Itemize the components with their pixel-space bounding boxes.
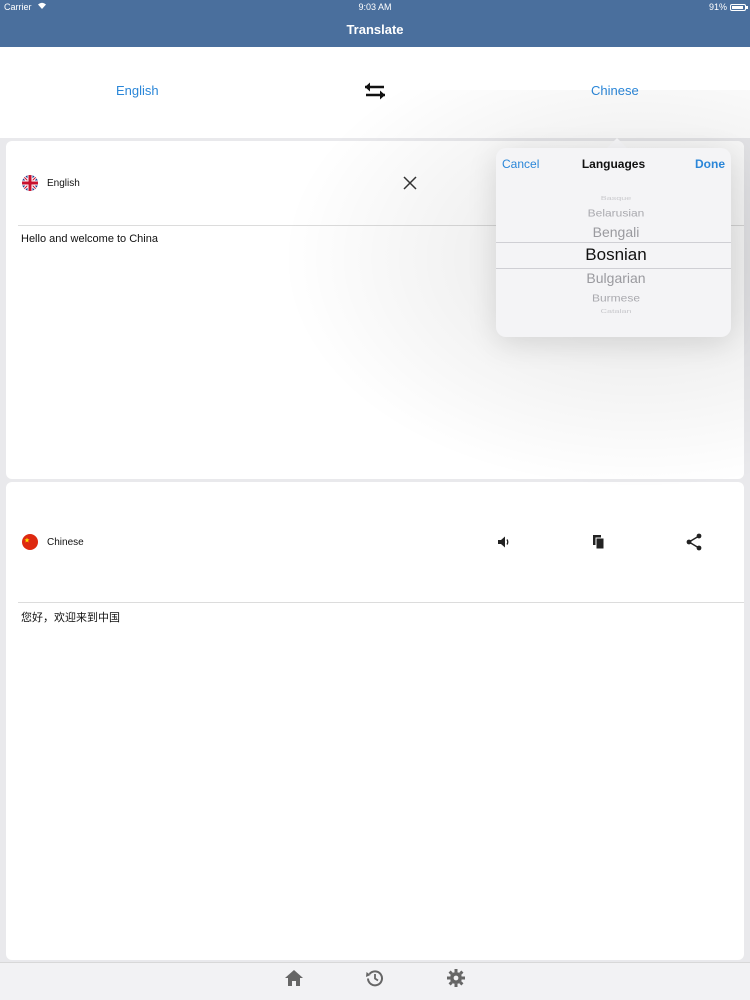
picker-option[interactable]: Catalan <box>496 308 736 314</box>
picker-option[interactable]: Belarusian <box>496 207 736 219</box>
popover-arrow <box>607 138 627 148</box>
picker-option[interactable]: Basque <box>496 195 736 201</box>
language-selector-bar: English Chinese <box>0 47 750 138</box>
picker-option[interactable]: Bulgarian <box>496 270 736 286</box>
languages-popover: Cancel Languages Done Basque Belarusian … <box>496 148 731 337</box>
home-icon[interactable] <box>284 968 304 988</box>
target-divider <box>18 602 744 603</box>
battery-icon <box>730 3 748 11</box>
page-title: Translate <box>346 22 404 37</box>
picker-option[interactable]: Burmese <box>496 292 736 304</box>
swap-arrows-icon[interactable] <box>362 81 388 101</box>
target-language-button[interactable]: Chinese <box>591 83 639 98</box>
settings-icon[interactable] <box>446 968 466 988</box>
battery-indicator: 91% <box>708 2 748 12</box>
china-flag-icon <box>22 534 38 550</box>
target-language-label: Chinese <box>47 537 84 548</box>
source-text-input[interactable]: Hello and welcome to China <box>21 233 158 245</box>
picker-option[interactable]: Bengali <box>496 224 736 240</box>
source-language-button[interactable]: English <box>116 83 159 98</box>
target-panel: Chinese 您好，欢迎来到中国 <box>6 482 744 960</box>
speaker-icon[interactable] <box>496 534 512 555</box>
language-picker[interactable]: Basque Belarusian Bengali Bosnian Bulgar… <box>496 186 731 326</box>
picker-option-selected[interactable]: Bosnian <box>496 245 736 265</box>
close-icon[interactable] <box>402 175 418 196</box>
copy-icon[interactable] <box>592 534 606 555</box>
status-time: 9:03 AM <box>358 2 392 12</box>
uk-flag-icon <box>22 175 38 191</box>
status-bar: Carrier 9:03 AM 91% <box>0 2 750 14</box>
share-icon[interactable] <box>685 533 703 556</box>
done-button[interactable]: Done <box>695 157 725 171</box>
history-icon[interactable] <box>365 968 385 988</box>
picker-selection-line-bottom <box>496 268 731 269</box>
tab-bar <box>0 962 750 1000</box>
navigation-bar: Carrier 9:03 AM 91% Translate <box>0 0 750 47</box>
picker-selection-line-top <box>496 242 731 243</box>
source-language-label: English <box>47 178 80 189</box>
target-text-output: 您好，欢迎来到中国 <box>21 612 120 624</box>
battery-percent: 91% <box>708 2 727 12</box>
